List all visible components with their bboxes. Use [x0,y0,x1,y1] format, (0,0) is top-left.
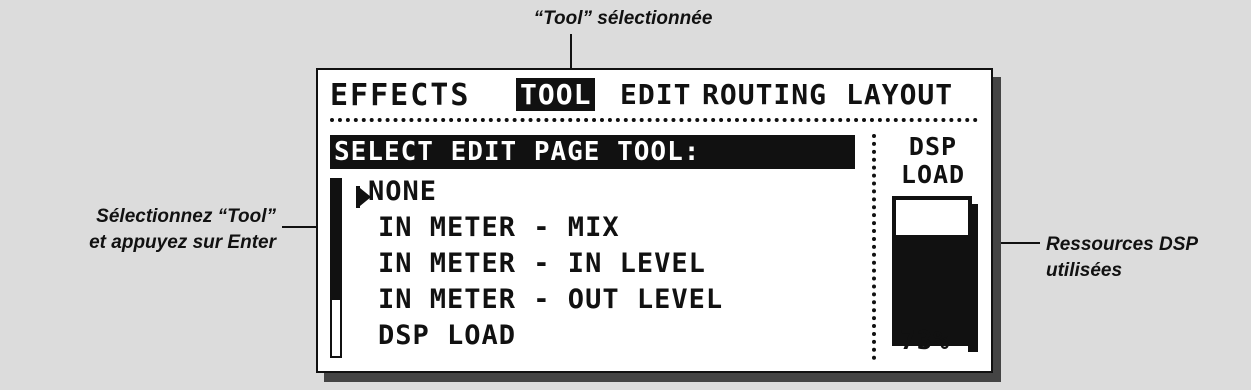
callout-select-tool-line2: et appuyez sur Enter [89,232,276,253]
page-title: SELECT EDIT PAGE TOOL: [330,135,855,169]
dsp-load-gauge-empty [896,200,968,238]
scrollbar[interactable] [330,178,342,358]
tab-edit[interactable]: EDIT [620,78,691,111]
callout-select-tool: Sélectionnez “Tool” et appuyez sur Enter [0,204,276,256]
dsp-label-line1: DSP [908,132,958,161]
column-divider [872,134,876,360]
tab-effects[interactable]: EFFECTS [330,78,470,113]
callout-selected-tool: “Tool” sélectionnée [533,8,713,29]
callout-dsp-resources-line2: utilisées [1046,260,1123,281]
tab-layout[interactable]: LAYOUT [846,78,953,111]
callout-select-tool-line1: Sélectionnez “Tool” [96,206,276,227]
dsp-label-line2: LOAD [900,160,966,189]
list-item-in-meter-mix[interactable]: IN METER - MIX [378,212,620,243]
tab-tool[interactable]: TOOL [516,78,596,111]
tab-divider [330,118,978,122]
list-item-none[interactable]: NONE [368,176,437,207]
lcd-screen: EFFECTS TOOL EDIT ROUTING LAYOUT SELECT … [316,68,993,373]
dsp-load-percent: 73% [900,326,950,356]
scrollbar-thumb[interactable] [332,180,340,300]
dsp-load-gauge [892,196,972,346]
list-item-dsp-load[interactable]: DSP LOAD [378,320,516,351]
leader-line-top [570,34,572,68]
tab-routing[interactable]: ROUTING [702,78,827,111]
callout-dsp-resources: Ressources DSP utilisées [1046,232,1251,284]
list-item-in-meter-out-level[interactable]: IN METER - OUT LEVEL [378,284,723,315]
list-item-in-meter-in-level[interactable]: IN METER - IN LEVEL [378,248,706,279]
callout-dsp-resources-line1: Ressources DSP [1046,234,1199,255]
